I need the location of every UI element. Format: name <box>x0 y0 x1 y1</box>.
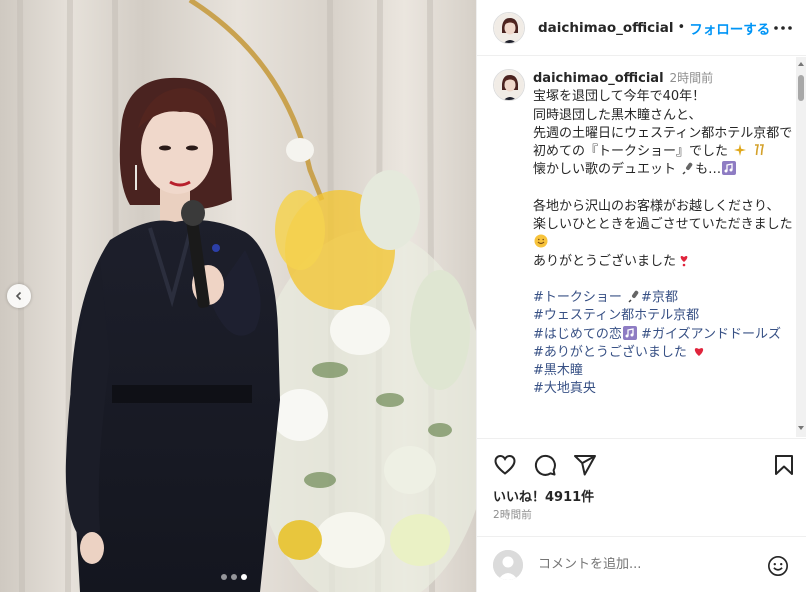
scroll-up-icon[interactable] <box>798 61 804 67</box>
post-header: daichimao_official • フォローする <box>477 0 806 56</box>
hashtag-link[interactable]: #黒木瞳 <box>533 363 583 378</box>
caption-time: 2時間前 <box>669 71 714 85</box>
music-notes-icon <box>722 161 737 176</box>
hashtag-link[interactable]: #ありがとうございました <box>533 345 687 360</box>
comment-icon[interactable] <box>533 453 557 477</box>
caption-line: 楽しいひとときを過ごさせていただきました <box>533 216 799 253</box>
sparkle-icon <box>734 144 747 157</box>
caption-text: daichimao_official 2時間前 宝塚を退団して今年で40年！ 同時… <box>533 69 799 399</box>
post-actions <box>477 438 806 476</box>
hashtag-link[interactable]: #大地真央 <box>533 381 596 396</box>
header-username[interactable]: daichimao_official <box>538 20 674 36</box>
caption-line: ありがとうございました <box>533 253 677 269</box>
hashtag-link[interactable]: #ウェスティン都ホテル京都 <box>533 308 699 323</box>
hashtag-link[interactable]: #京都 <box>641 290 678 305</box>
post-timestamp: 2時間前 <box>493 509 532 521</box>
chevron-left-icon <box>15 291 22 301</box>
carousel-dot <box>231 574 237 580</box>
more-options-button[interactable] <box>773 18 793 38</box>
avatar-image <box>494 12 524 43</box>
comment-input[interactable] <box>538 557 758 572</box>
post-side-panel: daichimao_official • フォローする daichimao_of… <box>476 0 806 592</box>
comments-scrollbar[interactable] <box>796 57 806 437</box>
hashtag-link[interactable]: #トークショー <box>533 290 622 305</box>
caption-line-suffix: も… <box>695 162 722 178</box>
likes-count[interactable]: いいね！4911件 <box>493 486 594 505</box>
music-notes-icon <box>622 325 637 340</box>
red-heart-exclamation-icon <box>680 255 688 266</box>
heart-icon <box>694 347 704 356</box>
post-photo[interactable] <box>0 0 476 592</box>
carousel-dot-active <box>241 574 247 580</box>
share-icon[interactable] <box>573 453 597 477</box>
caption-line: 先週の土曜日にウェスティン都ホテル京都で <box>533 125 793 141</box>
hashtag-link[interactable]: #はじめての恋 <box>533 327 622 342</box>
scrollbar-thumb[interactable] <box>798 75 804 101</box>
add-comment-bar <box>477 536 806 592</box>
more-icon <box>774 26 792 30</box>
caption-line: 宝塚を退団して今年で40年！ <box>533 89 706 105</box>
post-image <box>0 0 476 592</box>
separator-dot: • <box>677 20 686 35</box>
hashtag-link[interactable]: #ガイズアンドドールズ <box>641 327 781 342</box>
caption-username[interactable]: daichimao_official <box>533 71 664 86</box>
heart-icon[interactable] <box>493 453 517 477</box>
caption-line-text: 楽しいひとときを過ごさせていただきました <box>533 217 793 233</box>
scroll-down-icon[interactable] <box>798 425 804 431</box>
carousel-prev-button[interactable] <box>7 284 31 308</box>
carousel-dots <box>221 574 247 580</box>
caption-avatar[interactable] <box>493 69 525 101</box>
caption: daichimao_official 2時間前 宝塚を退団して今年で40年！ 同時… <box>493 69 799 399</box>
avatar-image <box>494 70 524 100</box>
caption-line: 懐かしい歌のデュエット <box>533 162 677 178</box>
caption-line: 各地から沢山のお客様がお越しくださり、 <box>533 198 780 214</box>
microphone-icon <box>628 290 639 303</box>
microphone-icon <box>682 163 693 176</box>
bookmark-icon[interactable] <box>772 453 796 477</box>
smiling-face-icon <box>534 234 548 248</box>
avatar[interactable] <box>493 11 525 44</box>
comments-area[interactable]: daichimao_official 2時間前 宝塚を退団して今年で40年！ 同時… <box>477 57 806 437</box>
caption-line: 同時退団した黒木瞳さんと、 <box>533 107 702 123</box>
champagne-icon <box>755 144 765 156</box>
follow-button[interactable]: フォローする <box>689 18 770 38</box>
emoji-icon[interactable] <box>767 555 789 577</box>
caption-line: 初めての『トークショー』でした <box>533 144 729 160</box>
user-avatar <box>493 549 523 580</box>
carousel-dot <box>221 574 227 580</box>
default-avatar-icon <box>493 549 523 580</box>
